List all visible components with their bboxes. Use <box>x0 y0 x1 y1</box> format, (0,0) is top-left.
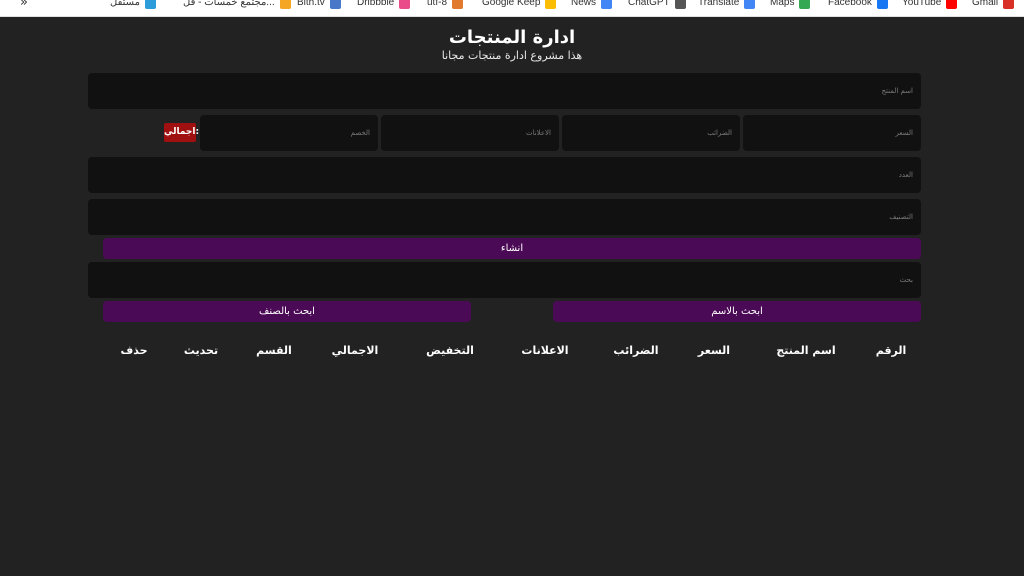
bookmark-item[interactable]: utf-8 <box>427 0 464 11</box>
translate-icon <box>744 0 756 9</box>
bookmark-label: Bith.tv <box>297 0 325 8</box>
bookmarks-overflow-icon[interactable]: » <box>20 0 28 10</box>
bookmark-label: Dribbble <box>357 0 395 8</box>
search-by-name-button[interactable]: ابحث بالاسم <box>553 301 921 322</box>
table-header-cell: الاجمالي <box>331 344 379 357</box>
facebook-icon <box>876 0 888 9</box>
bookmark-item[interactable]: Dribbble <box>357 0 411 11</box>
bookmark-item[interactable]: Google Keep <box>482 0 557 11</box>
search-by-category-button[interactable]: ابحث بالصنف <box>103 301 471 322</box>
bookmarks-bar: » Gmail YouTube Facebook Maps Translate ChatG… <box>0 0 1024 17</box>
product-name-input[interactable] <box>88 73 921 109</box>
maps-icon <box>799 0 811 9</box>
search-input[interactable] <box>88 262 921 298</box>
bookmark-label: مستقل <box>110 0 140 8</box>
bookmark-item[interactable]: Maps <box>770 0 811 11</box>
table-header-cell: الاعلانات <box>521 344 569 357</box>
page-subtitle: هذا مشروع ادارة منتجات مجانا <box>441 49 583 62</box>
utf8-icon <box>452 0 464 9</box>
khamsat-icon <box>279 0 291 9</box>
taxes-input[interactable] <box>562 115 740 151</box>
table-header-cell: حذف <box>120 344 148 357</box>
category-input[interactable] <box>88 199 921 235</box>
table-header-cell: اسم المنتج <box>776 344 836 357</box>
create-button[interactable]: انشاء <box>103 238 921 259</box>
bookmark-item[interactable]: مجتمع خمسات - قل... <box>183 0 291 11</box>
youtube-icon <box>946 0 958 9</box>
bookmark-item[interactable]: Bith.tv <box>297 0 341 11</box>
bookmark-label: ChatGPT <box>628 0 670 8</box>
bookmark-item[interactable]: Gmail <box>972 0 1015 11</box>
bookmark-item[interactable]: Translate <box>698 0 756 11</box>
chatgpt-icon <box>674 0 686 9</box>
bookmark-label: Facebook <box>828 0 872 8</box>
bookmark-label: YouTube <box>902 0 942 8</box>
bookmark-label: Gmail <box>972 0 999 8</box>
bithtv-icon <box>329 0 341 9</box>
bookmark-label: Maps <box>770 0 795 8</box>
table-header-cell: السعر <box>697 344 731 357</box>
bookmark-item[interactable]: Facebook <box>828 0 888 11</box>
page-title: ادارة المنتجات <box>448 27 576 48</box>
mostaql-icon <box>144 0 156 9</box>
bookmark-label: Translate <box>698 0 740 8</box>
count-input[interactable] <box>88 157 921 193</box>
gmail-icon <box>1003 0 1015 9</box>
keep-icon <box>545 0 557 9</box>
bookmark-item[interactable]: YouTube <box>902 0 958 11</box>
table-header-cell: الضرائب <box>613 344 659 357</box>
table-header-cell: الرقم <box>875 344 907 357</box>
bookmark-item[interactable]: ChatGPT <box>628 0 686 11</box>
bookmark-label: utf-8 <box>427 0 448 8</box>
bookmark-label: News <box>571 0 597 8</box>
ads-input[interactable] <box>381 115 559 151</box>
total-badge: اجمالي: <box>164 123 199 142</box>
table-header-cell: القسم <box>256 344 292 357</box>
bookmark-label: مجتمع خمسات - قل... <box>183 0 275 8</box>
price-input[interactable] <box>743 115 921 151</box>
dribbble-icon <box>399 0 411 9</box>
discount-input[interactable] <box>200 115 378 151</box>
table-header-cell: تحديث <box>183 344 219 357</box>
bookmark-label: Google Keep <box>482 0 541 8</box>
bookmark-item[interactable]: مستقل <box>110 0 156 11</box>
news-icon <box>601 0 613 9</box>
bookmark-item[interactable]: News <box>571 0 613 11</box>
table-header-cell: التخفيض <box>426 344 474 357</box>
